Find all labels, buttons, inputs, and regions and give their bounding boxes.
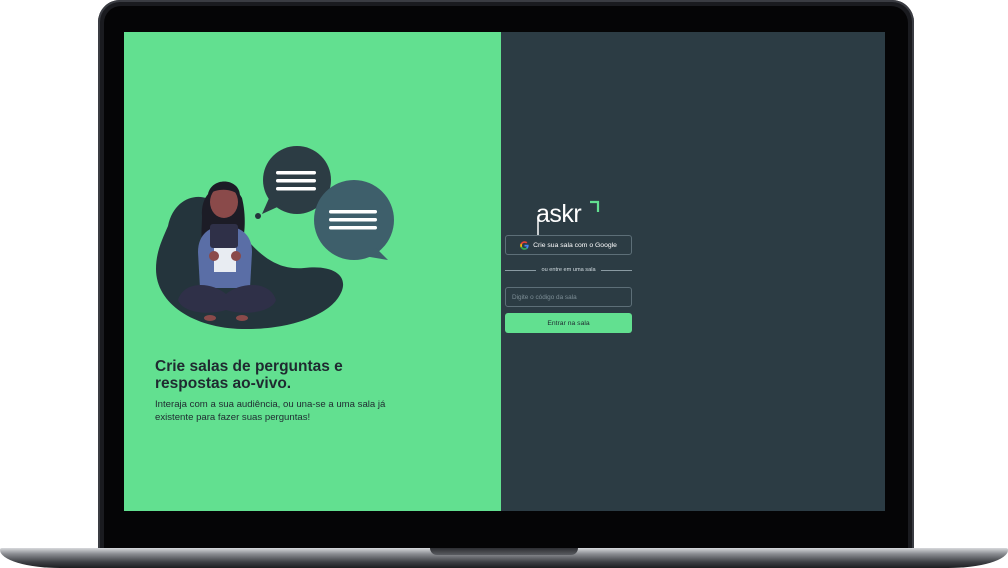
divider-line-right [600,269,633,271]
hero-title: Crie salas de perguntas e respostas ao-v… [155,358,343,392]
enter-room-button[interactable]: Entrar na sala [505,313,632,333]
speech-bubble-icon [314,180,394,260]
room-code-input[interactable] [505,287,632,307]
create-room-google-button[interactable]: Crie sua sala com o Google [505,235,632,255]
divider-line-left [505,269,537,271]
google-button-label: Crie sua sala com o Google [533,241,617,249]
illustration-person-with-speech-bubbles [156,146,394,330]
google-icon [520,240,529,250]
divider-text: ou entre em uma sala [541,267,596,273]
divider: ou entre em uma sala [505,265,633,275]
hero-subtitle: Interaja com a sua audiência, ou una-se … [155,399,386,423]
hero-panel: Crie salas de perguntas e respostas ao-v… [124,32,501,511]
laptop-base-notch [430,548,578,555]
